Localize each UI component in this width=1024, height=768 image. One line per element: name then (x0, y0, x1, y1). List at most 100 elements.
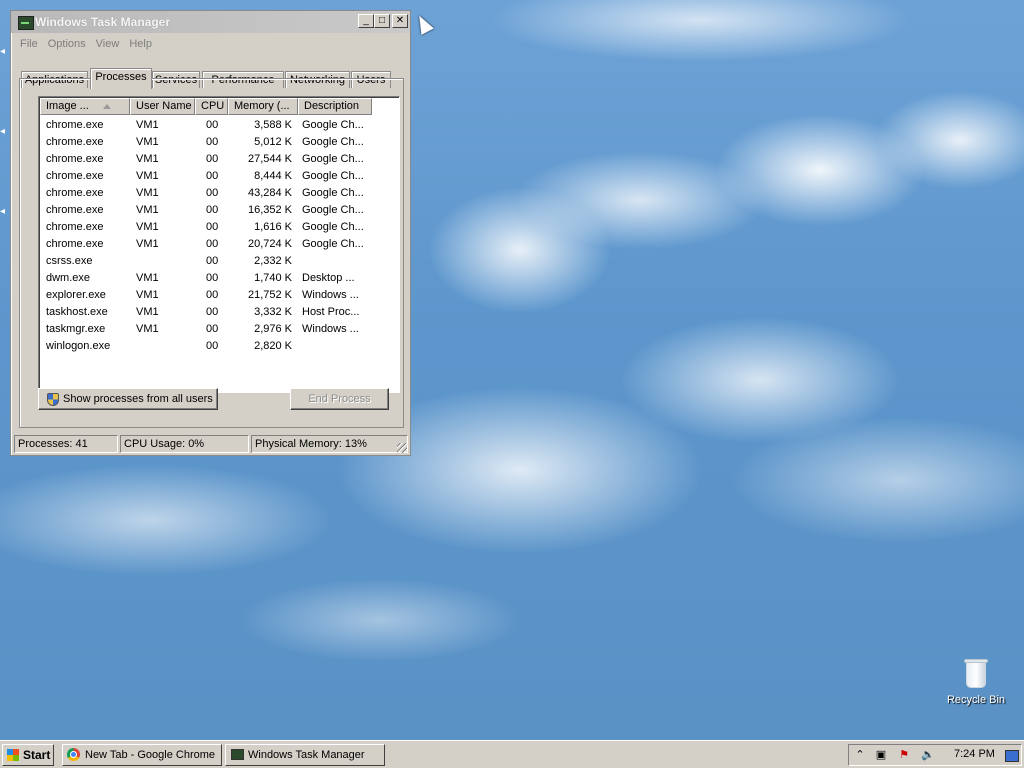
windows-logo-icon (7, 749, 19, 761)
process-cpu: 00 (206, 170, 219, 182)
process-user-name: VM1 (136, 136, 159, 148)
process-cpu: 00 (206, 119, 219, 131)
process-user-name: VM1 (136, 238, 159, 250)
desktop-icon-partial[interactable]: ◂ (0, 46, 10, 60)
chevron-up-icon[interactable]: ⌃ (853, 749, 867, 762)
process-row[interactable]: chrome.exe VM1 00 27,544 K Google Ch... (40, 151, 390, 168)
window-title: Windows Task Manager (35, 15, 171, 29)
process-user-name: VM1 (136, 119, 159, 131)
process-description: Windows ... (302, 323, 359, 335)
process-memory: 43,284 K (247, 187, 292, 199)
maximize-button[interactable]: □ (374, 14, 390, 28)
process-description: Google Ch... (302, 187, 364, 199)
process-row[interactable]: winlogon.exe 00 2,820 K (40, 338, 390, 355)
process-memory: 2,976 K (254, 323, 292, 335)
process-description: Host Proc... (302, 306, 360, 318)
action-center-icon[interactable]: ⚑ (897, 749, 911, 762)
column-user-name[interactable]: User Name (130, 98, 195, 115)
menu-bar: File Options View Help (15, 35, 157, 53)
process-row[interactable]: chrome.exe VM1 00 3,588 K Google Ch... (40, 117, 390, 134)
end-process-button[interactable]: End Process (290, 388, 389, 410)
process-memory: 3,588 K (254, 119, 292, 131)
desktop-icon-partial[interactable]: ◂ (0, 206, 10, 220)
process-description: Google Ch... (302, 153, 364, 165)
process-row[interactable]: chrome.exe VM1 00 16,352 K Google Ch... (40, 202, 390, 219)
process-description: Google Ch... (302, 204, 364, 216)
process-memory: 21,752 K (247, 289, 292, 301)
process-row[interactable]: explorer.exe VM1 00 21,752 K Windows ... (40, 287, 390, 304)
process-user-name: VM1 (136, 221, 159, 233)
process-memory: 8,444 K (254, 170, 292, 182)
process-row[interactable]: chrome.exe VM1 00 8,444 K Google Ch... (40, 168, 390, 185)
process-row[interactable]: dwm.exe VM1 00 1,740 K Desktop ... (40, 270, 390, 287)
process-image-name: chrome.exe (46, 204, 104, 216)
taskbar-item-label: Windows Task Manager (248, 749, 365, 761)
process-row[interactable]: taskmgr.exe VM1 00 2,976 K Windows ... (40, 321, 390, 338)
process-cpu: 00 (206, 238, 219, 250)
uac-shield-icon (47, 393, 59, 406)
column-label: Image ... (46, 100, 89, 112)
process-cpu: 00 (206, 255, 219, 267)
process-cpu: 00 (206, 272, 219, 284)
process-cpu: 00 (206, 323, 219, 335)
tab-processes[interactable]: Processes (90, 68, 152, 89)
process-row[interactable]: chrome.exe VM1 00 1,616 K Google Ch... (40, 219, 390, 236)
process-user-name: VM1 (136, 323, 159, 335)
menu-file[interactable]: File (15, 35, 43, 53)
minimize-button[interactable]: _ (358, 14, 374, 28)
process-row[interactable]: chrome.exe VM1 00 5,012 K Google Ch... (40, 134, 390, 151)
process-row[interactable]: chrome.exe VM1 00 43,284 K Google Ch... (40, 185, 390, 202)
process-image-name: chrome.exe (46, 153, 104, 165)
status-bar: Processes: 41 CPU Usage: 0% Physical Mem… (12, 435, 409, 455)
process-user-name: VM1 (136, 153, 159, 165)
recycle-bin[interactable]: Recycle Bin (944, 659, 1008, 706)
process-cpu: 00 (206, 221, 219, 233)
show-all-processes-button[interactable]: Show processes from all users (38, 388, 218, 410)
column-description[interactable]: Description (298, 98, 372, 115)
close-button[interactable]: ✕ (392, 14, 408, 28)
taskbar-item-task-manager[interactable]: Windows Task Manager (225, 744, 385, 766)
resize-grip-icon[interactable] (397, 443, 407, 453)
process-rows: chrome.exe VM1 00 3,588 K Google Ch... chrome… (40, 117, 390, 355)
list-header: Image ... User Name CPU Memory (... Desc… (40, 98, 390, 116)
process-user-name: VM1 (136, 289, 159, 301)
process-memory: 2,820 K (254, 340, 292, 352)
process-row[interactable]: chrome.exe VM1 00 20,724 K Google Ch... (40, 236, 390, 253)
process-memory: 16,352 K (247, 204, 292, 216)
desktop-icon-partial[interactable]: ◂ (0, 126, 10, 140)
process-image-name: chrome.exe (46, 119, 104, 131)
column-image-name[interactable]: Image ... (40, 98, 130, 115)
menu-help[interactable]: Help (124, 35, 157, 53)
process-row[interactable]: taskhost.exe VM1 00 3,332 K Host Proc... (40, 304, 390, 321)
process-cpu: 00 (206, 187, 219, 199)
process-image-name: taskhost.exe (46, 306, 108, 318)
status-physical-memory: Physical Memory: 13% (251, 435, 408, 453)
process-description: Windows ... (302, 289, 359, 301)
process-memory: 1,740 K (254, 272, 292, 284)
process-description: Google Ch... (302, 238, 364, 250)
menu-view[interactable]: View (91, 35, 125, 53)
clock[interactable]: 7:24 PM (954, 748, 995, 760)
process-row[interactable]: csrss.exe 00 2,332 K (40, 253, 390, 270)
column-memory[interactable]: Memory (... (228, 98, 298, 115)
network-icon[interactable]: ▣ (874, 749, 888, 762)
volume-icon[interactable]: 🔈 (921, 749, 935, 762)
column-cpu[interactable]: CPU (195, 98, 228, 115)
show-desktop-icon[interactable] (1005, 750, 1019, 762)
process-memory: 20,724 K (247, 238, 292, 250)
process-image-name: chrome.exe (46, 238, 104, 250)
process-image-name: chrome.exe (46, 170, 104, 182)
title-bar[interactable]: Windows Task Manager _ □ ✕ (11, 11, 410, 33)
process-memory: 5,012 K (254, 136, 292, 148)
taskbar-item-chrome[interactable]: New Tab - Google Chrome (62, 744, 222, 766)
menu-options[interactable]: Options (43, 35, 91, 53)
process-user-name: VM1 (136, 272, 159, 284)
process-list[interactable]: Image ... User Name CPU Memory (... Desc… (38, 96, 400, 393)
process-description: Google Ch... (302, 170, 364, 182)
taskbar-item-label: New Tab - Google Chrome (85, 749, 216, 761)
process-image-name: dwm.exe (46, 272, 91, 284)
chrome-icon (67, 748, 80, 761)
start-button[interactable]: Start (2, 744, 54, 766)
process-cpu: 00 (206, 153, 219, 165)
task-manager-window: Windows Task Manager _ □ ✕ File Options Vi… (10, 10, 411, 456)
